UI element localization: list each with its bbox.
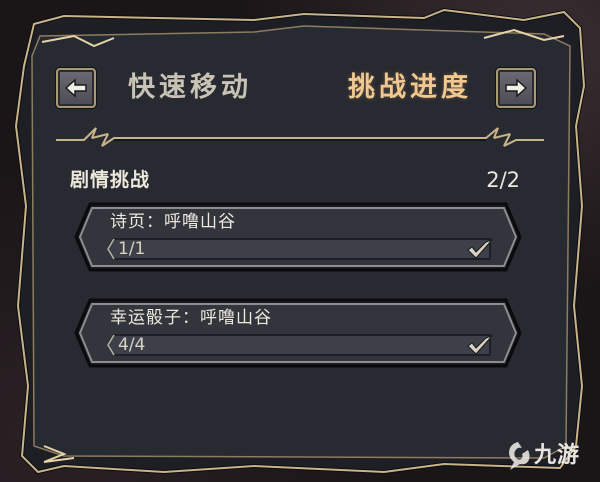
watermark-text: 九游 [534,443,581,468]
header-bar: 快速移动 挑战进度 [40,60,560,120]
progress-text: 4/4 [118,335,146,355]
game-screen: 快速移动 挑战进度 剧情挑战 2/2 诗页：呼噜山谷 1/1 幸运骰子：呼噜山谷… [0,0,600,482]
checkmark-icon [467,334,494,355]
checkmark-icon [467,238,494,259]
challenge-title: 诗页：呼噜山谷 [110,212,236,232]
progress-bar [107,334,491,356]
section-count: 2/2 [486,168,520,192]
prev-tab-button[interactable] [56,68,96,108]
next-tab-button[interactable] [496,68,536,108]
section-title: 剧情挑战 [70,169,151,191]
tab-challenge-progress[interactable]: 挑战进度 [348,70,472,106]
progress-bar [107,238,491,260]
arrow-left-icon [64,78,87,98]
challenge-card[interactable]: 幸运骰子：呼噜山谷 4/4 [72,296,524,370]
arrow-right-icon [505,78,528,98]
header-divider [56,127,544,147]
challenge-title: 幸运骰子：呼噜山谷 [110,308,272,328]
tab-quick-travel[interactable]: 快速移动 [128,70,252,106]
progress-text: 1/1 [118,239,146,259]
challenge-card[interactable]: 诗页：呼噜山谷 1/1 [72,200,524,274]
